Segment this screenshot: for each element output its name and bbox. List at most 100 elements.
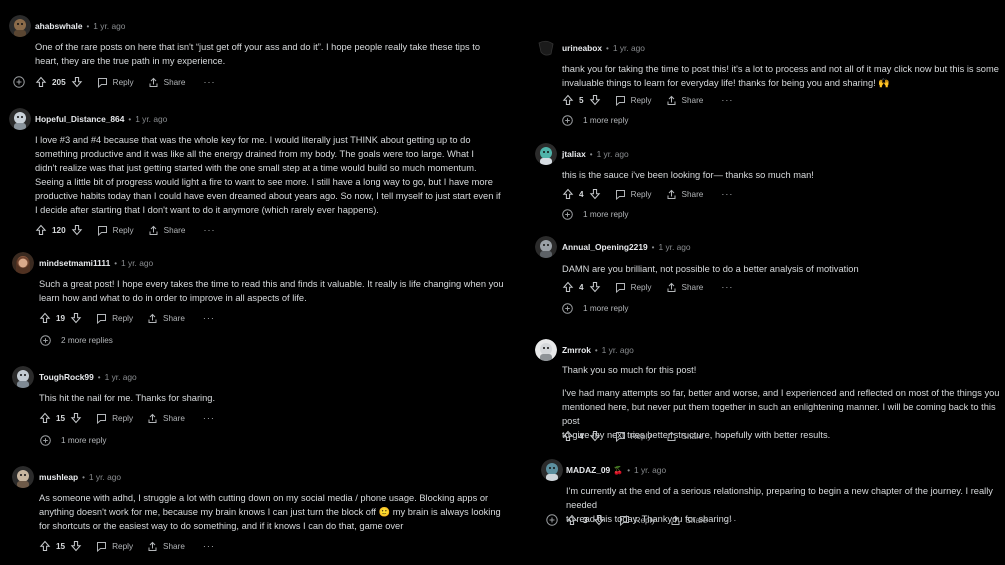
reply-button[interactable]: Reply xyxy=(97,77,134,88)
share-button[interactable]: Share xyxy=(666,189,703,200)
upvote-icon[interactable] xyxy=(562,281,574,293)
avatar[interactable] xyxy=(12,252,34,274)
avatar[interactable] xyxy=(535,143,557,165)
upvote-icon[interactable] xyxy=(39,540,51,552)
collapse-thread-icon[interactable] xyxy=(546,514,558,526)
more-options-button[interactable]: ··· xyxy=(721,95,733,105)
downvote-icon[interactable] xyxy=(70,412,82,424)
share-button[interactable]: Share xyxy=(148,225,185,236)
username[interactable]: ahabswhale xyxy=(35,21,82,31)
upvote-icon[interactable] xyxy=(39,412,51,424)
username[interactable]: MADAZ_09 xyxy=(566,465,610,475)
upvote-icon[interactable] xyxy=(35,224,47,236)
comment-line: One of the rare posts on here that isn't… xyxy=(35,42,481,52)
downvote-icon[interactable] xyxy=(589,94,601,106)
avatar[interactable] xyxy=(535,339,557,361)
more-options-button[interactable]: ··· xyxy=(203,413,215,423)
username[interactable]: Hopeful_Distance_864 xyxy=(35,114,124,124)
upvote-icon[interactable] xyxy=(562,94,574,106)
share-label: Share xyxy=(681,431,704,441)
downvote-icon[interactable] xyxy=(589,188,601,200)
reply-button[interactable]: Reply xyxy=(615,95,652,106)
avatar[interactable] xyxy=(9,15,31,37)
username[interactable]: mindsetmami1111 xyxy=(39,258,110,268)
more-options-button[interactable]: ··· xyxy=(721,282,733,292)
reply-button[interactable]: Reply xyxy=(615,282,652,293)
share-button[interactable]: Share xyxy=(147,413,185,424)
comment-body: One of the rare posts on here that isn't… xyxy=(35,40,515,68)
comment-line: As someone with adhd, I struggle a lot w… xyxy=(39,493,489,503)
comment-line: thank you for taking the time to post th… xyxy=(562,64,999,74)
username[interactable]: mushleap xyxy=(39,472,78,482)
avatar[interactable] xyxy=(541,459,563,481)
reply-button[interactable]: Reply xyxy=(96,541,133,552)
separator-dot: • xyxy=(86,21,90,31)
collapse-thread-icon[interactable] xyxy=(13,76,25,88)
reply-button[interactable]: Reply xyxy=(615,189,652,200)
timestamp[interactable]: 1 yr. ago xyxy=(89,472,121,482)
avatar[interactable] xyxy=(12,366,34,388)
username[interactable]: Zmrrok xyxy=(562,345,591,355)
timestamp[interactable]: 1 yr. ago xyxy=(135,114,167,124)
more-options-button[interactable]: ··· xyxy=(725,515,737,525)
share-button[interactable]: Share xyxy=(666,95,703,106)
avatar[interactable] xyxy=(535,37,557,59)
comment-header: Hopeful_Distance_864 • 1 yr. ago xyxy=(35,108,167,130)
downvote-icon[interactable] xyxy=(70,312,82,324)
comment-line: productive habits today than I could hav… xyxy=(35,191,501,201)
more-replies-button[interactable]: 2 more replies xyxy=(40,333,113,347)
avatar[interactable] xyxy=(9,108,31,130)
downvote-icon[interactable] xyxy=(593,514,605,526)
more-replies-button[interactable]: 1 more reply xyxy=(40,433,107,447)
more-replies-button[interactable]: 1 more reply xyxy=(562,207,629,221)
timestamp[interactable]: 1 yr. ago xyxy=(613,43,645,53)
upvote-icon[interactable] xyxy=(562,430,574,442)
username[interactable]: Annual_Opening2219 xyxy=(562,242,648,252)
share-button[interactable]: Share xyxy=(670,515,707,526)
timestamp[interactable]: 1 yr. ago xyxy=(634,465,666,475)
username[interactable]: urineabox xyxy=(562,43,602,53)
timestamp[interactable]: 1 yr. ago xyxy=(105,372,137,382)
more-replies-label: 1 more reply xyxy=(583,303,629,313)
timestamp[interactable]: 1 yr. ago xyxy=(93,21,125,31)
timestamp[interactable]: 1 yr. ago xyxy=(658,242,690,252)
downvote-icon[interactable] xyxy=(71,76,83,88)
more-options-button[interactable]: ··· xyxy=(721,431,733,441)
username[interactable]: ToughRock99 xyxy=(39,372,94,382)
avatar[interactable] xyxy=(535,236,557,258)
share-button[interactable]: Share xyxy=(147,313,185,324)
downvote-icon[interactable] xyxy=(71,224,83,236)
upvote-icon[interactable] xyxy=(39,312,51,324)
more-replies-button[interactable]: 1 more reply xyxy=(562,301,629,315)
reply-label: Reply xyxy=(630,282,652,292)
more-options-button[interactable]: ··· xyxy=(203,225,215,235)
share-button[interactable]: Share xyxy=(148,77,185,88)
reply-button[interactable]: Reply xyxy=(96,313,133,324)
username[interactable]: jtaliax xyxy=(562,149,586,159)
timestamp[interactable]: 1 yr. ago xyxy=(597,149,629,159)
share-button[interactable]: Share xyxy=(666,431,704,442)
downvote-icon[interactable] xyxy=(70,540,82,552)
separator-dot: • xyxy=(594,345,598,355)
more-options-button[interactable]: ··· xyxy=(203,541,215,551)
downvote-icon[interactable] xyxy=(589,281,601,293)
more-options-button[interactable]: ··· xyxy=(203,77,215,87)
more-options-button[interactable]: ··· xyxy=(721,189,733,199)
downvote-icon[interactable] xyxy=(589,430,601,442)
reply-button[interactable]: Reply xyxy=(96,413,133,424)
timestamp[interactable]: 1 yr. ago xyxy=(602,345,634,355)
upvote-icon[interactable] xyxy=(35,76,47,88)
reply-button[interactable]: Reply xyxy=(97,225,134,236)
reply-button[interactable]: Reply xyxy=(615,431,652,442)
reply-button[interactable]: Reply xyxy=(619,515,656,526)
avatar[interactable] xyxy=(12,466,34,488)
share-button[interactable]: Share xyxy=(666,282,703,293)
timestamp[interactable]: 1 yr. ago xyxy=(121,258,153,268)
more-replies-button[interactable]: 1 more reply xyxy=(562,113,629,127)
expand-replies-icon xyxy=(562,302,573,314)
upvote-icon[interactable] xyxy=(566,514,578,526)
upvote-icon[interactable] xyxy=(562,188,574,200)
more-options-button[interactable]: ··· xyxy=(203,313,215,323)
comment-icon xyxy=(615,95,625,106)
share-button[interactable]: Share xyxy=(147,541,185,552)
